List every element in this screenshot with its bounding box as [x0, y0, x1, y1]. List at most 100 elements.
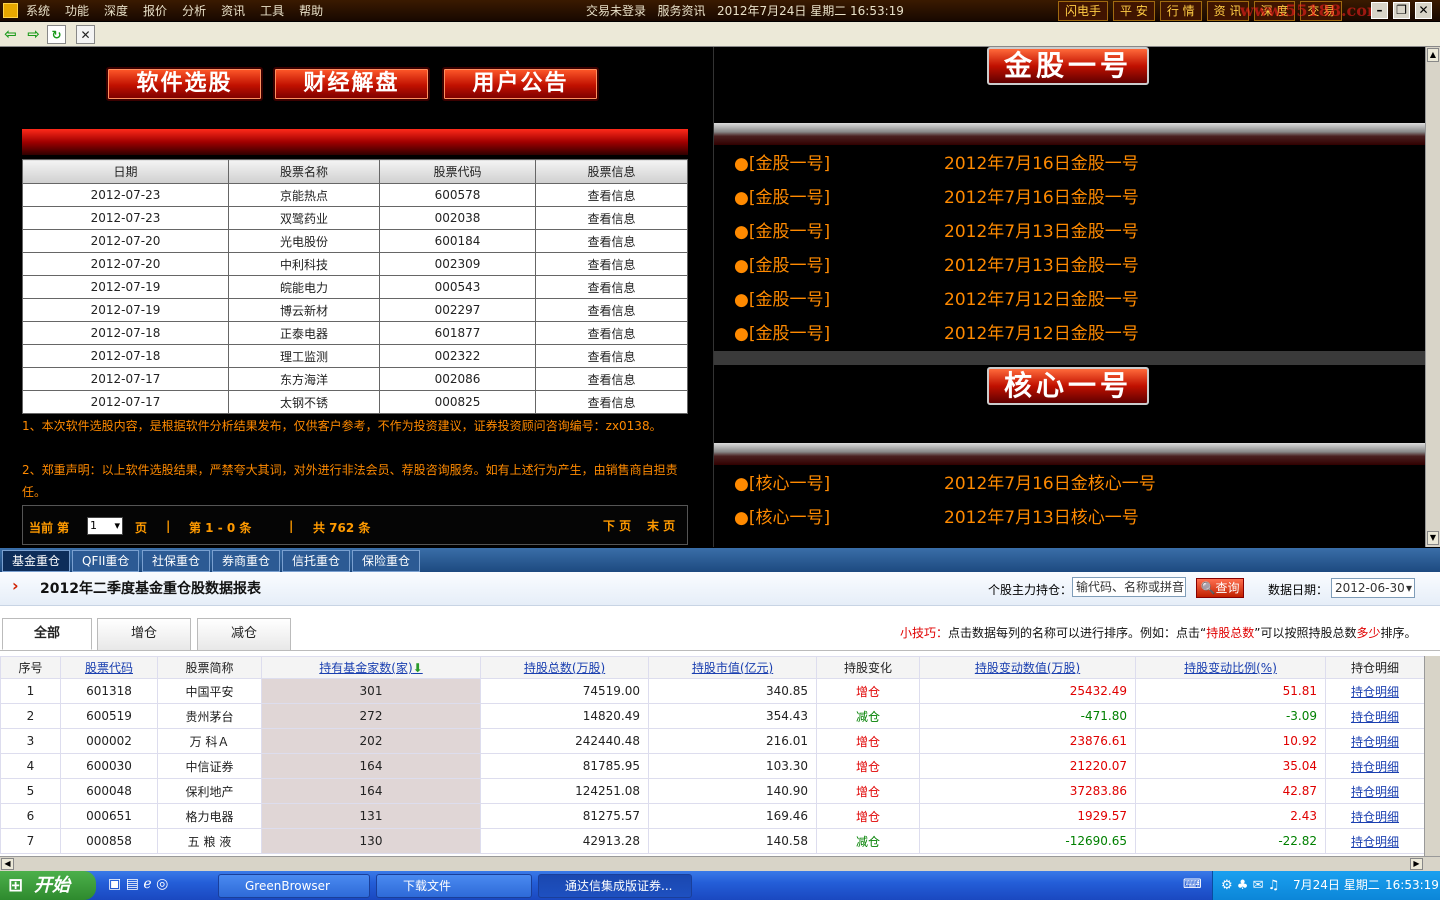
service-info[interactable]: 服务资讯 — [657, 4, 705, 18]
news-title[interactable]: 2012年7月13日金股一号 — [944, 215, 1139, 249]
tab-fund-holdings[interactable]: 基金重仓 — [2, 550, 71, 572]
news-title[interactable]: 2012年7月13日金股一号 — [944, 249, 1139, 283]
menu-item-depth[interactable]: 深度 — [104, 0, 128, 22]
col-fund-count-sort[interactable]: 持有基金家数(家)⬇ — [261, 656, 481, 679]
view-info-link[interactable]: 查看信息 — [535, 229, 688, 253]
quick-flash-button[interactable]: 闪电手 — [1058, 1, 1109, 21]
task-tdx-app[interactable]: 通达信集成版证券... — [538, 874, 692, 898]
news-title[interactable]: 2012年7月16日金股一号 — [944, 147, 1139, 181]
news-category[interactable]: [核心一号] — [749, 508, 830, 528]
news-item[interactable]: ●[金股一号] 2012年7月12日金股一号 — [734, 317, 1414, 351]
col-total-shares-sort[interactable]: 持股总数(万股) — [480, 656, 649, 679]
finance-review-button[interactable]: 财经解盘 — [273, 67, 430, 101]
ie-icon[interactable]: ℯ — [143, 876, 151, 892]
holdings-detail-link[interactable]: 持仓明细 — [1325, 703, 1425, 729]
news-title[interactable]: 2012年7月12日金股一号 — [944, 317, 1139, 351]
scroll-down-icon[interactable]: ▼ — [1427, 531, 1439, 545]
news-title[interactable]: 2012年7月16日金核心一号 — [944, 467, 1156, 501]
holdings-detail-link[interactable]: 持仓明细 — [1325, 778, 1425, 804]
news-title[interactable]: 2012年7月16日金股一号 — [944, 181, 1139, 215]
explorer-icon[interactable]: ▤ — [126, 876, 139, 892]
menu-item-tools[interactable]: 工具 — [260, 0, 284, 22]
view-info-link[interactable]: 查看信息 — [535, 390, 688, 414]
software-pick-button[interactable]: 软件选股 — [106, 67, 263, 101]
holdings-detail-link[interactable]: 持仓明细 — [1325, 803, 1425, 829]
forward-arrow-icon[interactable]: ⇨ — [24, 25, 43, 44]
menu-item-system[interactable]: 系统 — [26, 0, 50, 22]
col-change-ratio-sort[interactable]: 持股变动比例(%) — [1135, 656, 1326, 679]
news-item[interactable]: ●[金股一号] 2012年7月16日金股一号 — [734, 181, 1414, 215]
news-item[interactable]: ●[核心一号] 2012年7月13日核心一号 — [734, 501, 1414, 535]
minimize-icon[interactable]: – — [1371, 2, 1388, 19]
holdings-detail-link[interactable]: 持仓明细 — [1325, 753, 1425, 779]
close-icon[interactable]: ✕ — [1415, 2, 1432, 19]
menu-item-quote[interactable]: 报价 — [143, 0, 167, 22]
subtab-decrease[interactable]: 减仓 — [197, 618, 291, 650]
holdings-detail-link[interactable]: 持仓明细 — [1325, 678, 1425, 704]
task-greenbrowser[interactable]: GreenBrowser — [218, 874, 370, 898]
holdings-detail-link[interactable]: 持仓明细 — [1325, 728, 1425, 754]
stock-search-input[interactable]: 输代码、名称或拼音 — [1072, 577, 1186, 597]
scroll-right-icon[interactable]: ▶ — [1410, 858, 1423, 870]
view-info-link[interactable]: 查看信息 — [535, 183, 688, 207]
news-category[interactable]: [金股一号] — [749, 290, 830, 310]
news-item[interactable]: ●[金股一号] 2012年7月13日金股一号 — [734, 249, 1414, 283]
start-button[interactable]: ⊞ 开始 — [0, 871, 96, 900]
view-info-link[interactable]: 查看信息 — [535, 344, 688, 368]
col-market-value-sort[interactable]: 持股市值(亿元) — [648, 656, 817, 679]
view-info-link[interactable]: 查看信息 — [535, 321, 688, 345]
menu-item-help[interactable]: 帮助 — [299, 0, 323, 22]
news-category[interactable]: [金股一号] — [749, 188, 830, 208]
news-item[interactable]: ●[金股一号] 2012年7月12日金股一号 — [734, 283, 1414, 317]
query-button[interactable]: 🔍查询 — [1196, 578, 1244, 598]
page-select[interactable]: 1 ▾ — [87, 517, 123, 535]
stop-icon[interactable]: ✕ — [76, 25, 95, 44]
browser-icon[interactable]: ◎ — [156, 876, 168, 892]
table-scrollbar[interactable] — [1424, 656, 1440, 856]
news-item[interactable]: ●[金股一号] 2012年7月16日金股一号 — [734, 147, 1414, 181]
news-category[interactable]: [金股一号] — [749, 256, 830, 276]
holdings-detail-link[interactable]: 持仓明细 — [1325, 828, 1425, 854]
menu-item-function[interactable]: 功能 — [65, 0, 89, 22]
news-item[interactable]: ●[核心一号] 2012年7月16日金核心一号 — [734, 467, 1414, 501]
subtab-increase[interactable]: 增仓 — [97, 618, 191, 650]
view-info-link[interactable]: 查看信息 — [535, 206, 688, 230]
menu-item-analysis[interactable]: 分析 — [182, 0, 206, 22]
quick-pingan-button[interactable]: 平 安 — [1113, 1, 1155, 21]
vertical-scrollbar[interactable]: ▲ ▼ — [1425, 47, 1440, 547]
keyboard-icon[interactable]: ⌨ — [1183, 877, 1202, 892]
last-page-link[interactable]: 末 页 — [647, 517, 675, 534]
news-category[interactable]: [金股一号] — [749, 222, 830, 242]
next-page-link[interactable]: 下 页 — [603, 517, 631, 534]
tab-insurance-holdings[interactable]: 保险重仓 — [352, 550, 421, 572]
show-desktop-icon[interactable]: ▣ — [108, 876, 121, 892]
menu-item-info[interactable]: 资讯 — [221, 0, 245, 22]
news-category[interactable]: [核心一号] — [749, 474, 830, 494]
news-category[interactable]: [金股一号] — [749, 154, 830, 174]
tab-broker-holdings[interactable]: 券商重仓 — [212, 550, 281, 572]
tab-social-security-holdings[interactable]: 社保重仓 — [142, 550, 211, 572]
view-info-link[interactable]: 查看信息 — [535, 252, 688, 276]
refresh-icon[interactable]: ↻ — [47, 25, 66, 44]
news-item[interactable]: ●[金股一号] 2012年7月13日金股一号 — [734, 215, 1414, 249]
view-info-link[interactable]: 查看信息 — [535, 298, 688, 322]
col-stock-code-sort[interactable]: 股票代码 — [60, 656, 158, 679]
tray-icons[interactable]: ⚙ ♣ ✉ ♫ — [1221, 871, 1279, 900]
subtab-all[interactable]: 全部 — [2, 618, 92, 650]
user-notice-button[interactable]: 用户公告 — [442, 67, 599, 101]
date-select[interactable]: 2012-06-30 ▾ — [1331, 578, 1415, 598]
back-arrow-icon[interactable]: ⇦ — [1, 25, 20, 44]
view-info-link[interactable]: 查看信息 — [535, 367, 688, 391]
horizontal-scrollbar[interactable]: ◀ ▶ — [0, 856, 1440, 871]
restore-icon[interactable]: ❐ — [1393, 2, 1410, 19]
scroll-up-icon[interactable]: ▲ — [1427, 48, 1439, 62]
col-change-amount-sort[interactable]: 持股变动数值(万股) — [919, 656, 1136, 679]
tab-trust-holdings[interactable]: 信托重仓 — [282, 550, 351, 572]
scroll-left-icon[interactable]: ◀ — [1, 858, 14, 870]
task-download-folder[interactable]: 下载文件 — [376, 874, 532, 898]
tab-qfii-holdings[interactable]: QFII重仓 — [72, 550, 140, 572]
quick-market-button[interactable]: 行 情 — [1159, 1, 1202, 21]
news-category[interactable]: [金股一号] — [749, 324, 830, 344]
view-info-link[interactable]: 查看信息 — [535, 275, 688, 299]
news-title[interactable]: 2012年7月13日核心一号 — [944, 501, 1139, 535]
